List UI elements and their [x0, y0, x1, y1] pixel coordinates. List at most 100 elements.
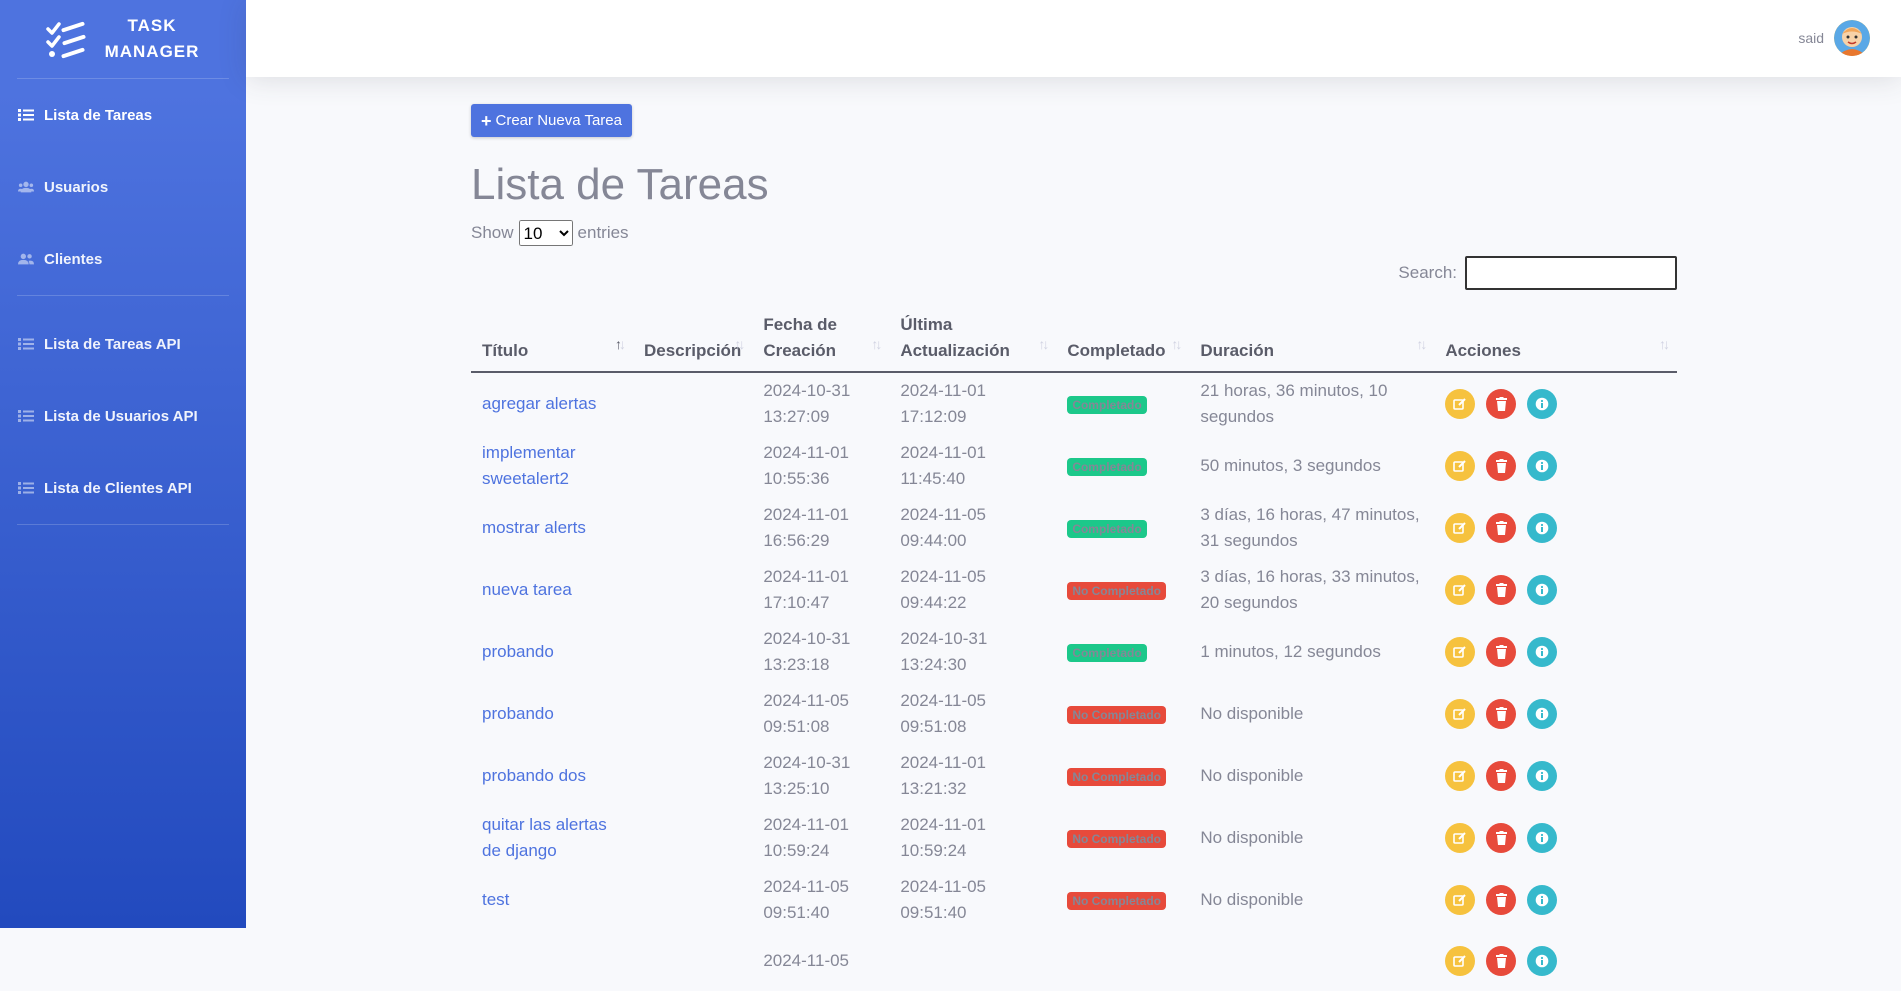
- task-detail-button[interactable]: [1527, 761, 1558, 791]
- task-detail-button[interactable]: [1527, 513, 1558, 543]
- task-description: [633, 745, 752, 807]
- list-icon: [18, 482, 34, 494]
- avatar[interactable]: [1834, 20, 1870, 56]
- delete-task-button[interactable]: [1486, 637, 1517, 667]
- edit-task-button[interactable]: [1445, 637, 1476, 667]
- delete-task-button[interactable]: [1486, 946, 1517, 976]
- trash-icon: [1495, 645, 1507, 659]
- table-row: 2024-11-05: [471, 931, 1677, 991]
- task-duration: [1189, 931, 1434, 991]
- task-title-link[interactable]: probando: [471, 621, 633, 683]
- task-created: 2024-11-01 10:55:36: [763, 443, 850, 488]
- task-title-link[interactable]: mostrar alerts: [471, 497, 633, 559]
- task-title-link[interactable]: probando dos: [471, 745, 633, 807]
- column-header-fecha-creacion[interactable]: Fecha de Creación ↑↓: [752, 312, 890, 373]
- edit-task-button[interactable]: [1445, 389, 1476, 419]
- page-size-select[interactable]: 10: [518, 220, 573, 246]
- sidebar-divider: [17, 295, 229, 296]
- sidebar-item-lista-de-tareas-api[interactable]: Lista de Tareas API: [0, 308, 246, 380]
- task-title-link[interactable]: [471, 931, 633, 991]
- sidebar-item-lista-de-usuarios-api[interactable]: Lista de Usuarios API: [0, 380, 246, 452]
- delete-task-button[interactable]: [1486, 761, 1517, 791]
- task-detail-button[interactable]: [1527, 637, 1558, 667]
- edit-task-button[interactable]: [1445, 699, 1476, 729]
- edit-task-button[interactable]: [1445, 575, 1476, 605]
- brand-line1: TASK: [127, 16, 177, 35]
- edit-icon: [1453, 460, 1467, 472]
- delete-task-button[interactable]: [1486, 699, 1517, 729]
- column-header-label: Completado: [1067, 341, 1166, 360]
- main-content: + Crear Nueva Tarea Lista de Tareas Show…: [471, 104, 1677, 991]
- task-detail-button[interactable]: [1527, 885, 1558, 915]
- task-updated: 2024-10-31 13:24:30: [900, 629, 988, 674]
- task-description: [633, 683, 752, 745]
- create-task-button[interactable]: + Crear Nueva Tarea: [471, 104, 632, 137]
- task-title-link[interactable]: quitar las alertas de django: [471, 807, 633, 869]
- table-row: probando dos 2024-10-31 13:25:10 2024-11…: [471, 745, 1677, 807]
- edit-task-button[interactable]: [1445, 823, 1476, 853]
- status-badge: Completado: [1067, 458, 1147, 476]
- task-updated: 2024-11-05 09:51:08: [900, 691, 987, 736]
- task-status-cell: Completado: [1056, 435, 1189, 497]
- task-title-link[interactable]: nueva tarea: [471, 559, 633, 621]
- avatar-image: [1834, 20, 1870, 56]
- task-description: [633, 869, 752, 931]
- edit-task-button[interactable]: [1445, 451, 1476, 481]
- task-detail-button[interactable]: [1527, 699, 1558, 729]
- delete-task-button[interactable]: [1486, 823, 1517, 853]
- trash-icon: [1495, 707, 1507, 721]
- info-icon: [1536, 954, 1549, 968]
- task-detail-button[interactable]: [1527, 575, 1558, 605]
- task-title-link[interactable]: probando: [471, 683, 633, 745]
- edit-task-button[interactable]: [1445, 761, 1476, 791]
- task-title-link[interactable]: test: [471, 869, 633, 931]
- sort-icon: ↑↓: [734, 336, 745, 352]
- sidebar-item-usuarios[interactable]: Usuarios: [0, 151, 246, 223]
- task-updated: [889, 931, 1056, 991]
- delete-task-button[interactable]: [1486, 389, 1517, 419]
- task-title-link[interactable]: agregar alertas: [471, 372, 633, 435]
- sidebar-item-lista-de-clientes-api[interactable]: Lista de Clientes API: [0, 452, 246, 524]
- task-created: 2024-10-31 13:27:09: [763, 381, 851, 426]
- sidebar: TASK MANAGER Lista de Tareas Usuarios Cl…: [0, 0, 246, 928]
- user-name: said: [1798, 30, 1824, 46]
- info-icon: [1536, 893, 1549, 907]
- column-header-completado[interactable]: Completado ↑↓: [1056, 312, 1190, 373]
- edit-icon: [1453, 398, 1467, 410]
- column-header-acciones[interactable]: Acciones ↑↓: [1434, 312, 1677, 373]
- task-detail-button[interactable]: [1527, 451, 1558, 481]
- task-actions: [1434, 372, 1677, 435]
- task-detail-button[interactable]: [1527, 389, 1558, 419]
- edit-task-button[interactable]: [1445, 946, 1476, 976]
- task-detail-button[interactable]: [1527, 823, 1558, 853]
- sidebar-item-lista-de-tareas[interactable]: Lista de Tareas: [0, 79, 246, 151]
- brand-line2: MANAGER: [104, 42, 200, 61]
- status-badge: No Completado: [1067, 706, 1166, 724]
- brand-link[interactable]: TASK MANAGER: [0, 0, 246, 78]
- user-menu[interactable]: said: [1798, 20, 1870, 56]
- task-actions: [1434, 621, 1677, 683]
- info-icon: [1536, 397, 1549, 411]
- column-header-duracion[interactable]: Duración ↑↓: [1189, 312, 1435, 373]
- delete-task-button[interactable]: [1486, 513, 1517, 543]
- sidebar-item-label: Lista de Clientes API: [44, 479, 192, 497]
- task-title-link[interactable]: implementar sweetalert2: [471, 435, 633, 497]
- info-icon: [1536, 769, 1549, 783]
- task-detail-button[interactable]: [1527, 946, 1558, 976]
- column-header-ultima-actualizacion[interactable]: Última Actualización ↑↓: [889, 312, 1057, 373]
- sort-icon: ↑↓: [1038, 336, 1049, 352]
- delete-task-button[interactable]: [1486, 575, 1517, 605]
- table-row: probando 2024-11-05 09:51:08 2024-11-05 …: [471, 683, 1677, 745]
- delete-task-button[interactable]: [1486, 885, 1517, 915]
- column-header-descripcion[interactable]: Descripción ↑↓: [633, 312, 753, 373]
- edit-task-button[interactable]: [1445, 885, 1476, 915]
- task-actions: [1434, 745, 1677, 807]
- edit-task-button[interactable]: [1445, 513, 1476, 543]
- column-header-titulo[interactable]: Título ↑↓: [471, 312, 633, 373]
- search-input[interactable]: [1465, 256, 1677, 290]
- delete-task-button[interactable]: [1486, 451, 1517, 481]
- sidebar-item-clientes[interactable]: Clientes: [0, 223, 246, 295]
- info-icon: [1536, 645, 1549, 659]
- status-badge: No Completado: [1067, 830, 1166, 848]
- sidebar-item-label: Clientes: [44, 250, 103, 268]
